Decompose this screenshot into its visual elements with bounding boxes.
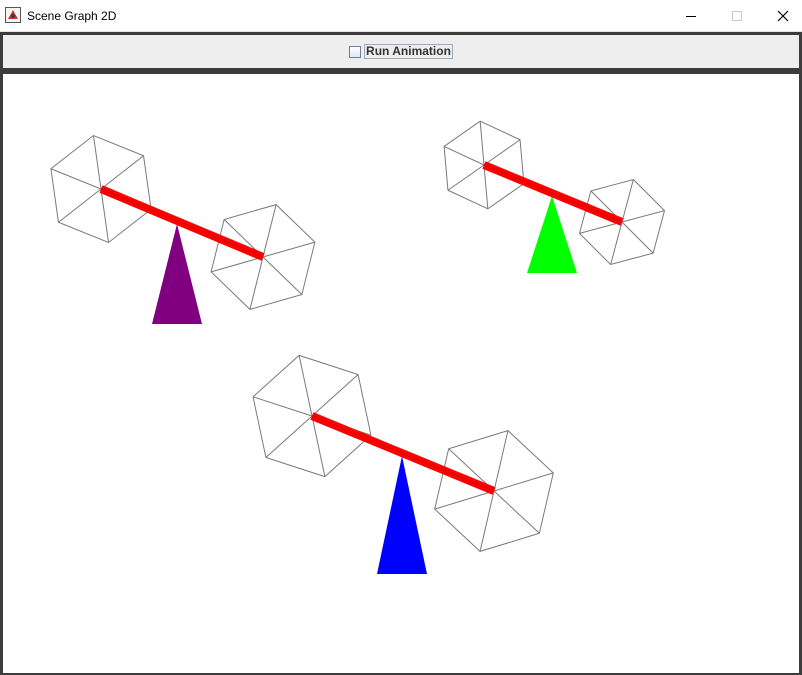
wheel-spoke	[298, 355, 313, 417]
wheel-spoke	[92, 135, 102, 190]
scene-graph-drawing	[50, 120, 666, 574]
wheel-spoke	[493, 430, 509, 492]
wheel-spoke	[610, 221, 623, 265]
wheel-spoke	[58, 188, 102, 223]
minimize-button[interactable]	[668, 0, 714, 31]
wheel-spoke	[210, 256, 264, 273]
green-seesaw	[443, 120, 666, 273]
wheel-spoke	[621, 210, 665, 223]
wheel-spoke	[100, 188, 110, 243]
wheel-spoke	[262, 204, 277, 258]
wheel-spoke	[100, 155, 144, 190]
wheel-spoke	[50, 168, 102, 190]
toolbar: Run Animation	[3, 35, 799, 68]
wheel-spoke	[262, 256, 303, 295]
wheel-spoke	[579, 221, 623, 234]
close-icon	[777, 10, 789, 21]
window-title: Scene Graph 2D	[27, 9, 117, 23]
wheel-spoke	[479, 490, 495, 552]
wheel-spoke	[311, 415, 326, 477]
fulcrum-triangle	[377, 456, 427, 574]
scene-canvas[interactable]	[3, 74, 799, 673]
wheel-spoke	[265, 415, 313, 458]
run-animation-label: Run Animation	[364, 44, 453, 59]
wheel-spoke	[493, 472, 554, 492]
wheel-spoke	[443, 145, 485, 166]
wheel-spoke	[621, 179, 634, 223]
wheel-spoke	[483, 164, 489, 209]
wheel-spoke	[262, 241, 316, 258]
checkbox-box[interactable]	[349, 45, 362, 58]
close-button[interactable]	[760, 0, 802, 31]
title-bar[interactable]: Scene Graph 2D	[0, 0, 802, 32]
wheel-spoke	[434, 490, 495, 510]
wheel-spoke	[311, 374, 359, 417]
java-app-icon	[5, 7, 21, 23]
wheel-spoke	[621, 221, 654, 254]
wheel-spoke	[252, 396, 313, 417]
purple-seesaw	[50, 134, 316, 324]
wheel-spoke	[483, 139, 521, 166]
minimize-icon	[686, 15, 696, 17]
run-animation-checkbox[interactable]: Run Animation	[349, 44, 453, 59]
maximize-button[interactable]	[714, 0, 760, 31]
fulcrum-triangle	[152, 224, 202, 324]
app-window: Scene Graph 2D Run Animation	[0, 0, 802, 675]
wheel-spoke	[493, 490, 540, 534]
wheel-spoke	[447, 164, 485, 191]
fulcrum-triangle	[527, 196, 577, 273]
blue-seesaw	[252, 354, 554, 574]
wheel-spoke	[479, 121, 485, 166]
maximize-icon	[732, 10, 742, 21]
wheel-spoke	[249, 256, 264, 310]
